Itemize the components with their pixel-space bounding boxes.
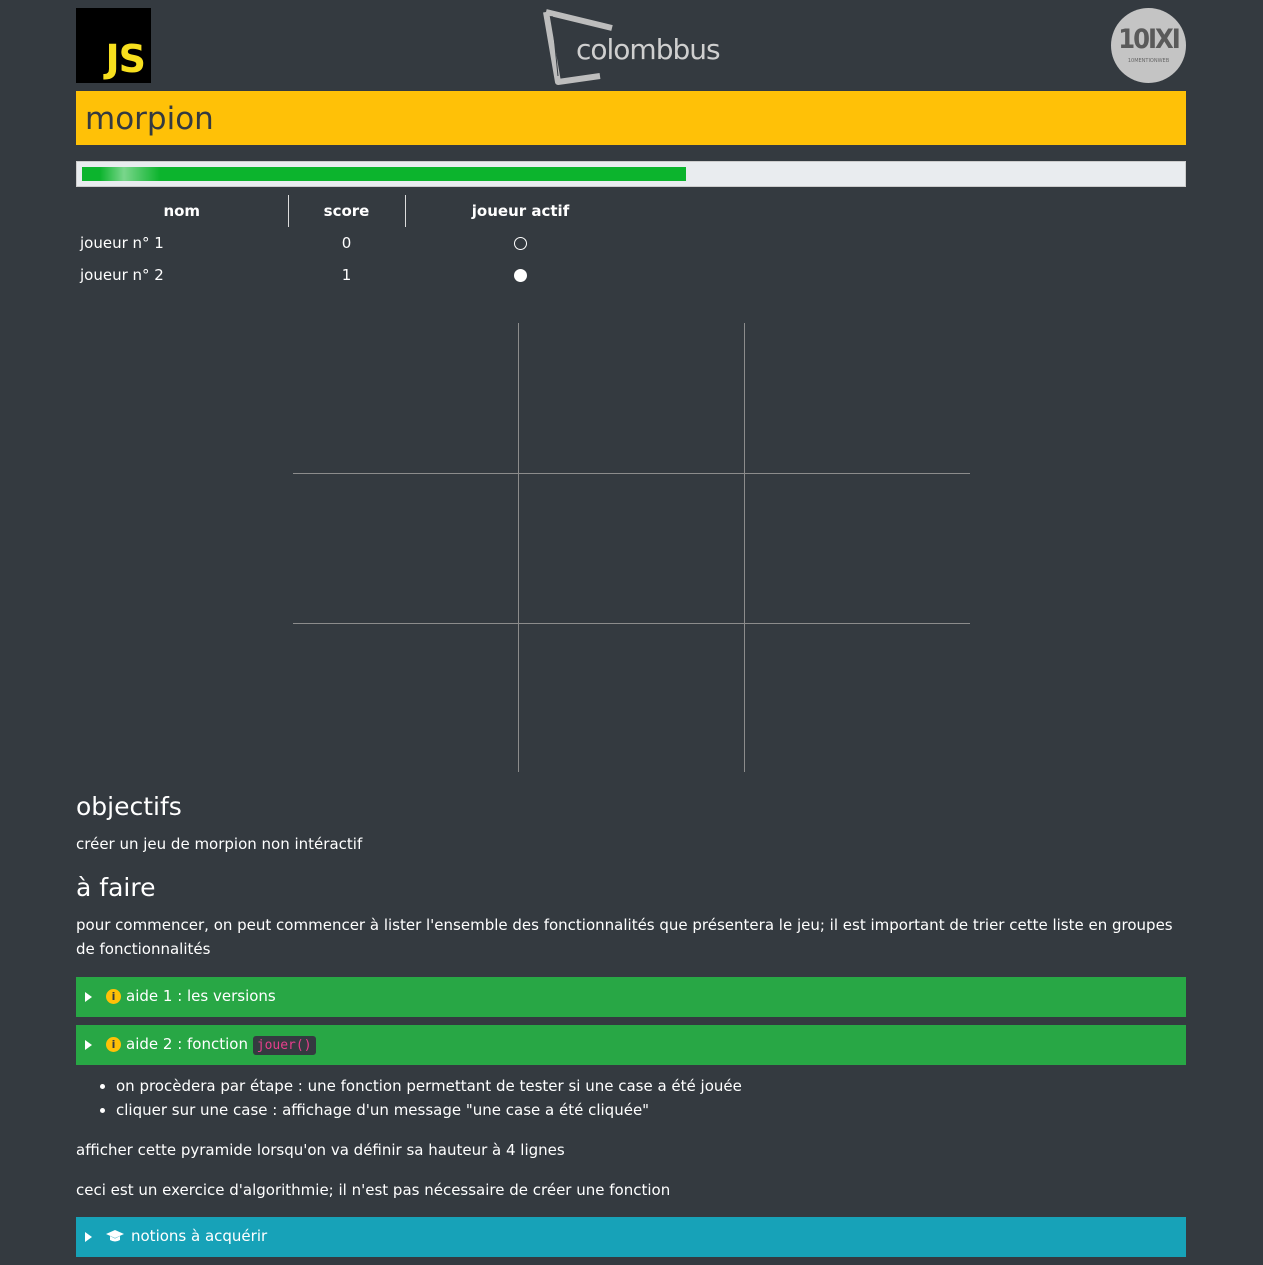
graduation-cap-icon bbox=[106, 1230, 124, 1242]
progress-fill bbox=[82, 167, 686, 181]
column-header-nom: nom bbox=[76, 195, 289, 227]
caret-right-icon bbox=[85, 992, 92, 1002]
page-title: morpion bbox=[85, 101, 214, 137]
active-cell bbox=[405, 227, 636, 259]
board-cell[interactable] bbox=[519, 474, 744, 623]
active-player-radio[interactable] bbox=[513, 237, 527, 250]
10mentionweb-badge: 10IXI 10MENTIONWEB bbox=[1111, 8, 1186, 83]
caret-right-icon bbox=[85, 1232, 92, 1242]
progress-bar bbox=[76, 161, 1186, 187]
colombbus-wordmark: colombbus bbox=[576, 33, 721, 66]
active-player-radio[interactable] bbox=[513, 269, 527, 282]
aide-2-label-text: aide 2 : fonction bbox=[126, 1035, 248, 1053]
badge-big-text: 10IXI bbox=[1118, 24, 1181, 55]
list-item: cliquer sur une case : affichage d'un me… bbox=[116, 1098, 742, 1122]
table-row: joueur n° 2 1 bbox=[76, 259, 636, 291]
colombbus-logo: colombbus bbox=[542, 6, 722, 86]
aide-1-label: aide 1 : les versions bbox=[126, 987, 276, 1005]
board-cell[interactable] bbox=[519, 323, 744, 473]
js-logo-text: JS bbox=[105, 37, 146, 81]
header: JS colombbus 10IXI 10MENTIONWEB bbox=[76, 0, 1186, 90]
table-header-row: nom score joueur actif bbox=[76, 195, 636, 227]
notions-accordion[interactable]: notions à acquérir bbox=[76, 1217, 1186, 1257]
steps-list: on procèdera par étape : une fonction pe… bbox=[76, 1074, 742, 1122]
caret-right-icon bbox=[85, 1040, 92, 1050]
aide-2-accordion[interactable]: i aide 2 : fonction jouer() bbox=[76, 1025, 1186, 1065]
column-header-score: score bbox=[288, 195, 406, 227]
pyramid-text: afficher cette pyramide lorsqu'on va déf… bbox=[76, 1141, 565, 1159]
objectifs-heading: objectifs bbox=[76, 792, 182, 821]
js-logo: JS bbox=[76, 8, 151, 83]
objectifs-text: créer un jeu de morpion non intéractif bbox=[76, 835, 363, 853]
board-cell[interactable] bbox=[745, 474, 970, 623]
player-name: joueur n° 2 bbox=[80, 266, 164, 284]
players-table: nom score joueur actif joueur n° 1 0 jou… bbox=[76, 195, 636, 291]
board-cell[interactable] bbox=[745, 624, 970, 772]
tic-tac-toe-board bbox=[293, 323, 970, 772]
aide-2-label: aide 2 : fonction jouer() bbox=[126, 1035, 316, 1055]
player-score: 0 bbox=[341, 234, 352, 252]
board-cell[interactable] bbox=[293, 474, 518, 623]
badge-small-text: 10MENTIONWEB bbox=[1127, 58, 1170, 64]
notions-label: notions à acquérir bbox=[131, 1227, 268, 1245]
player-name: joueur n° 1 bbox=[80, 234, 164, 252]
board-cell[interactable] bbox=[519, 624, 744, 772]
board-cell[interactable] bbox=[745, 323, 970, 473]
algo-text: ceci est un exercice d'algorithmie; il n… bbox=[76, 1181, 671, 1199]
board-cell[interactable] bbox=[293, 323, 518, 473]
table-row: joueur n° 1 0 bbox=[76, 227, 636, 259]
a-faire-text: pour commencer, on peut commencer à list… bbox=[76, 916, 1173, 958]
aide-2-code: jouer() bbox=[252, 1036, 316, 1055]
info-icon: i bbox=[106, 1037, 121, 1052]
aide-1-accordion[interactable]: i aide 1 : les versions bbox=[76, 977, 1186, 1017]
column-header-joueur-actif: joueur actif bbox=[471, 202, 570, 220]
info-icon: i bbox=[106, 989, 121, 1004]
page-container: JS colombbus 10IXI 10MENTIONWEB morpion … bbox=[76, 0, 1186, 1257]
player-score: 1 bbox=[341, 266, 352, 284]
list-item: on procèdera par étape : une fonction pe… bbox=[116, 1074, 742, 1098]
board-cell[interactable] bbox=[293, 624, 518, 772]
active-cell bbox=[405, 259, 636, 291]
title-bar: morpion bbox=[76, 91, 1186, 145]
a-faire-heading: à faire bbox=[76, 873, 156, 902]
